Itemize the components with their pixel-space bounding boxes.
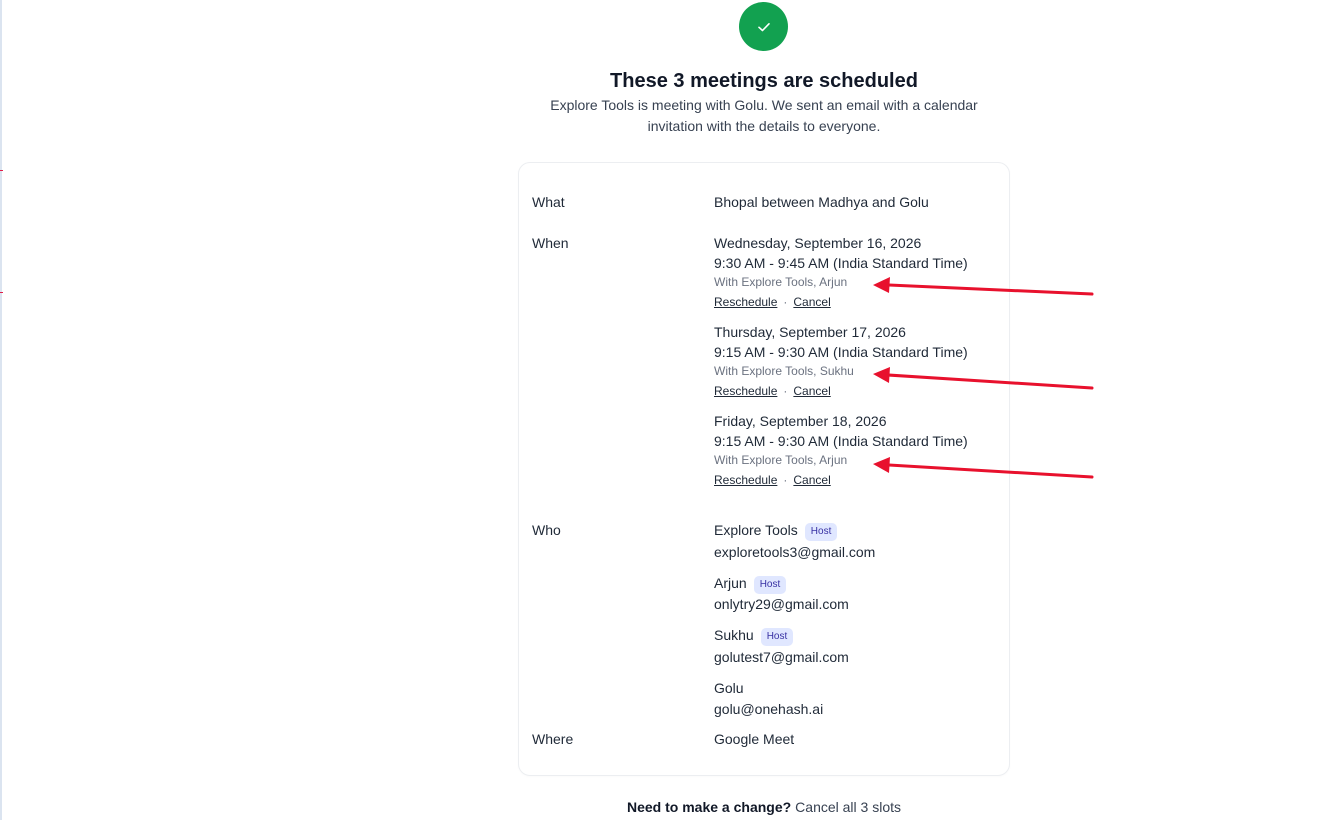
page-title: These 3 meetings are scheduled <box>610 70 918 92</box>
meeting-attendees: With Explore Tools, Sukhu <box>714 364 854 378</box>
attendee-name-text: Arjun <box>714 575 747 591</box>
page-subtitle: Explore Tools is meeting with Golu. We s… <box>520 95 1008 137</box>
host-badge: Host <box>760 628 794 646</box>
change-question: Need to make a change? <box>627 799 792 815</box>
reschedule-link[interactable]: Reschedule <box>714 473 777 487</box>
event-title: Bhopal between Madhya and Golu <box>714 194 929 210</box>
attendee-name: Golu <box>714 680 744 696</box>
attendee-name: Arjun Host <box>714 574 787 594</box>
separator: · <box>783 295 788 309</box>
where-label: Where <box>532 731 574 747</box>
cancel-all-slots-link[interactable]: Cancel all 3 slots <box>795 799 901 815</box>
check-icon <box>757 22 770 31</box>
booking-success-page: These 3 meetings are scheduled Explore T… <box>0 0 1341 820</box>
attendee-email: exploretools3@gmail.com <box>714 544 876 560</box>
subtitle-line: invitation with the details to everyone. <box>647 118 881 134</box>
meeting-attendees: With Explore Tools, Arjun <box>714 453 848 467</box>
attendee-email: golutest7@gmail.com <box>714 649 849 665</box>
change-footer: Need to make a change? Cancel all 3 slots <box>520 798 1008 816</box>
meeting-date: Wednesday, September 16, 2026 <box>714 235 922 251</box>
meeting-date: Thursday, September 17, 2026 <box>714 324 906 340</box>
attendee-email: golu@onehash.ai <box>714 701 824 717</box>
cancel-link[interactable]: Cancel <box>793 473 830 487</box>
attendee-name: Explore Tools Host <box>714 521 838 541</box>
meeting-actions: Reschedule · Cancel <box>714 472 831 488</box>
meeting-attendees: With Explore Tools, Arjun <box>714 275 848 289</box>
left-window-edge <box>0 0 2 820</box>
left-edge-marker <box>0 170 3 171</box>
who-label: Who <box>532 522 561 538</box>
cancel-link[interactable]: Cancel <box>793 295 830 309</box>
what-label: What <box>532 194 565 210</box>
when-label: When <box>532 235 569 251</box>
meeting-time: 9:30 AM - 9:45 AM (India Standard Time) <box>714 255 968 271</box>
location-value: Google Meet <box>714 731 795 747</box>
attendee-name: Sukhu Host <box>714 626 794 646</box>
attendee-name-text: Explore Tools <box>714 522 798 538</box>
attendee-name-text: Sukhu <box>714 627 754 643</box>
reschedule-link[interactable]: Reschedule <box>714 384 777 398</box>
meeting-actions: Reschedule · Cancel <box>714 383 831 399</box>
attendee-email: onlytry29@gmail.com <box>714 596 849 612</box>
meeting-date: Friday, September 18, 2026 <box>714 413 887 429</box>
reschedule-link[interactable]: Reschedule <box>714 295 777 309</box>
meeting-time: 9:15 AM - 9:30 AM (India Standard Time) <box>714 344 968 360</box>
separator: · <box>783 473 788 487</box>
host-badge: Host <box>753 576 787 594</box>
left-edge-marker <box>0 292 3 293</box>
meeting-actions: Reschedule · Cancel <box>714 294 831 310</box>
subtitle-line: Explore Tools is meeting with Golu. We s… <box>550 97 978 113</box>
cancel-link[interactable]: Cancel <box>793 384 830 398</box>
separator: · <box>783 384 788 398</box>
meeting-time: 9:15 AM - 9:30 AM (India Standard Time) <box>714 433 968 449</box>
host-badge: Host <box>804 523 838 541</box>
success-check-badge <box>739 2 788 51</box>
